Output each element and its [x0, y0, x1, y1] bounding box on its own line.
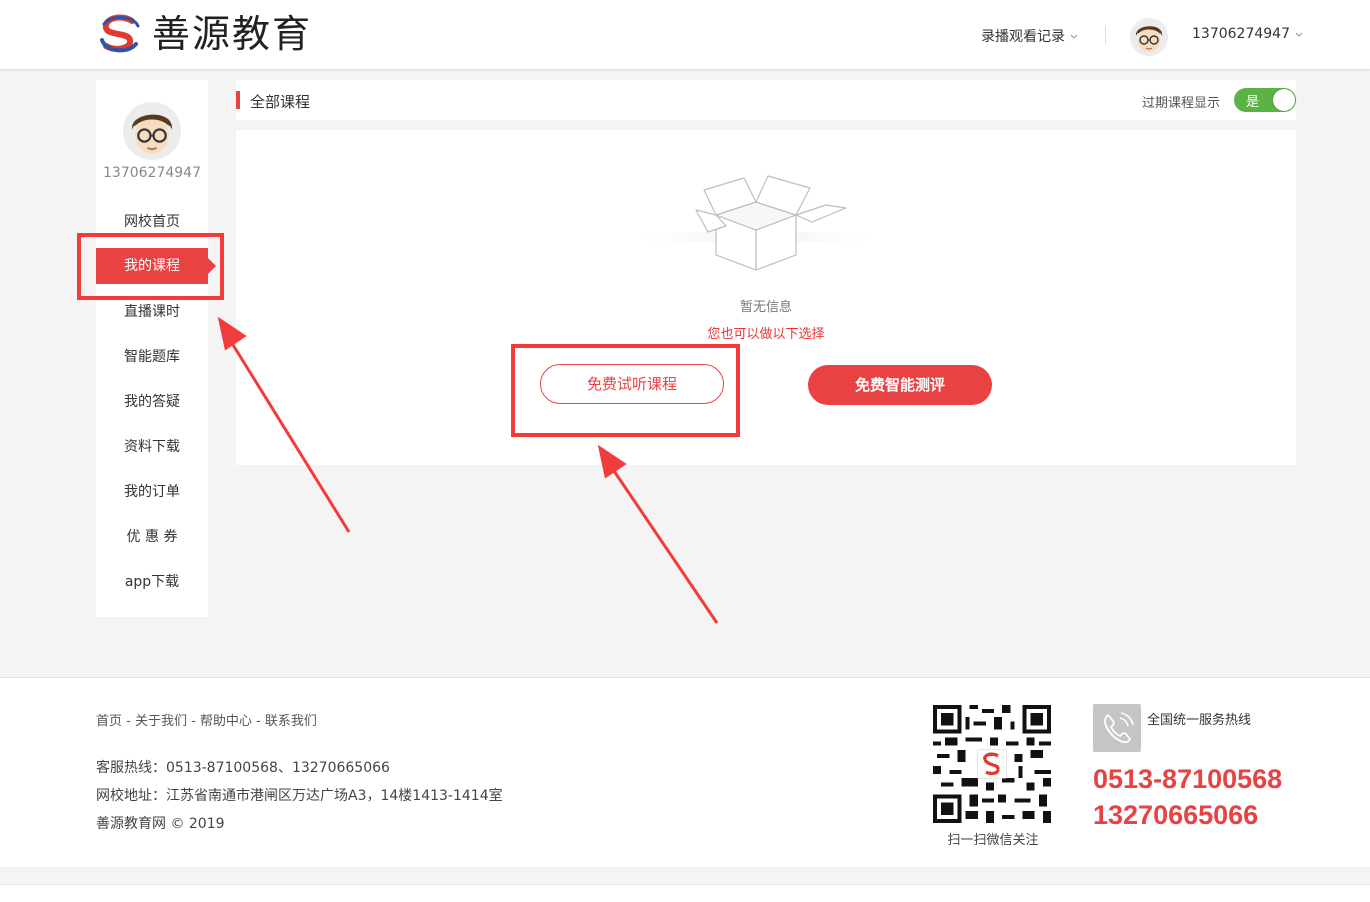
- expired-toggle-label: 过期课程显示: [1142, 96, 1221, 111]
- sidebar-item-app-download[interactable]: app下载: [96, 564, 208, 600]
- top-header: 善源教育 录播观看记录 13706274947: [0, 0, 1370, 70]
- empty-suggestion: 您也可以做以下选择: [707, 327, 825, 342]
- sidebar-avatar[interactable]: [123, 102, 181, 160]
- brand-logo[interactable]: 善源教育: [98, 12, 312, 56]
- chevron-down-icon: [1295, 32, 1303, 37]
- chevron-down-icon: [1070, 34, 1078, 39]
- user-menu[interactable]: 13706274947: [1192, 26, 1305, 42]
- free-smart-evaluation-button[interactable]: 免费智能测评: [808, 365, 992, 405]
- sidebar: 13706274947 网校首页 我的课程 直播课时 智能题库 我的答疑 资料下…: [96, 80, 216, 617]
- empty-box-icon: [626, 175, 886, 271]
- hotline-label: 全国统一服务热线: [1147, 713, 1252, 728]
- courses-panel: 暂无信息 您也可以做以下选择 免费试听课程 免费智能测评: [236, 130, 1296, 465]
- empty-message: 暂无信息: [739, 300, 792, 315]
- header-username: 13706274947: [1192, 26, 1290, 42]
- footer-address: 网校地址：江苏省南通市港闸区万达广场A3，14楼1413-1414室: [96, 788, 503, 804]
- hotline-number-mobile: 13270665066: [1093, 800, 1259, 830]
- qr-caption: 扫一扫微信关注: [947, 833, 1039, 848]
- footer-copyright: 善源教育网 © 2019: [96, 816, 225, 832]
- hotline-number-landline: 0513-87100568: [1093, 764, 1283, 794]
- sidebar-item-downloads[interactable]: 资料下载: [96, 429, 208, 465]
- sidebar-item-my-orders[interactable]: 我的订单: [96, 474, 208, 510]
- toggle-value: 是: [1246, 95, 1260, 110]
- wechat-qr-code-icon: [933, 705, 1051, 823]
- header-avatar[interactable]: [1130, 18, 1168, 56]
- page-title: 全部课程: [250, 93, 311, 111]
- title-accent-bar: [236, 91, 240, 109]
- highlight-box-my-courses: [77, 233, 224, 300]
- brand-s-logo-icon: [100, 14, 140, 53]
- footer-links[interactable]: 首页 - 关于我们 - 帮助中心 - 联系我们: [96, 710, 317, 729]
- sidebar-item-my-qa[interactable]: 我的答疑: [96, 384, 208, 420]
- toggle-knob: [1273, 89, 1295, 111]
- avatar-face-icon: [123, 102, 181, 160]
- brand-name: 善源教育: [152, 12, 313, 56]
- sidebar-username: 13706274947: [103, 165, 201, 181]
- footer: 首页 - 关于我们 - 帮助中心 - 联系我们 客服热线：0513-871005…: [0, 677, 1370, 867]
- arrow-to-free-trial: [610, 467, 719, 624]
- phone-icon: [1093, 704, 1141, 752]
- highlight-box-free-trial: [511, 344, 740, 437]
- record-history-label: 录播观看记录: [981, 29, 1065, 45]
- courses-header: 全部课程 过期课程显示 是: [236, 80, 1296, 120]
- footer-service-hotline: 客服热线：0513-87100568、13270665066: [96, 760, 390, 776]
- sidebar-item-coupons[interactable]: 优 惠 券: [96, 519, 208, 555]
- bottom-strip: [0, 884, 1370, 902]
- avatar-face-icon: [1130, 18, 1168, 56]
- expired-courses-toggle[interactable]: 是: [1234, 88, 1296, 112]
- header-divider: [1105, 26, 1106, 44]
- record-history-link[interactable]: 录播观看记录: [981, 26, 1080, 46]
- sidebar-item-question-bank[interactable]: 智能题库: [96, 339, 208, 375]
